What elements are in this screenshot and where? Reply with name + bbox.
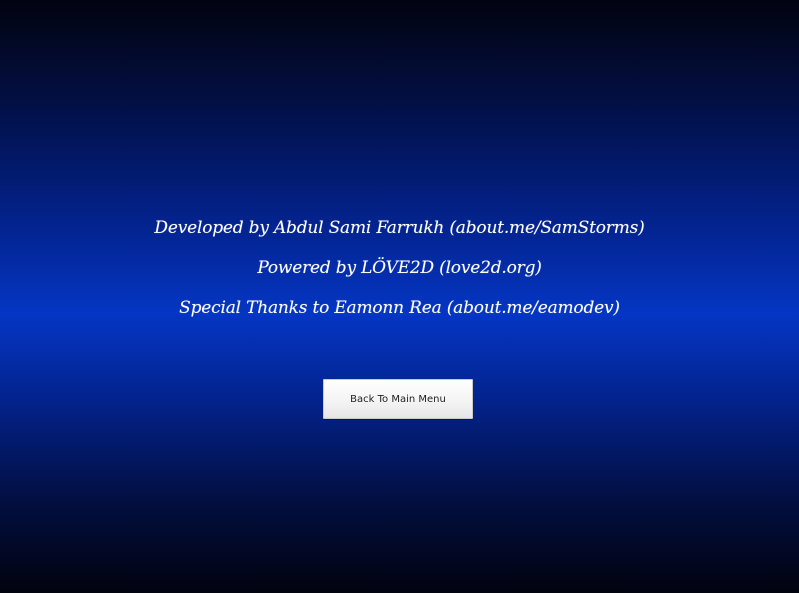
credits-block: Developed by Abdul Sami Farrukh (about.m… bbox=[0, 218, 799, 338]
back-button-label: Back To Main Menu bbox=[350, 393, 446, 405]
credits-screen: { "credits": { "lines": [ "Developed by … bbox=[0, 0, 799, 593]
engine-credit: Powered by LÖVE2D (love2d.org) bbox=[257, 258, 542, 278]
back-to-main-menu-button[interactable]: Back To Main Menu bbox=[323, 379, 473, 419]
thanks-credit: Special Thanks to Eamonn Rea (about.me/e… bbox=[179, 298, 620, 318]
developer-credit: Developed by Abdul Sami Farrukh (about.m… bbox=[154, 218, 645, 238]
